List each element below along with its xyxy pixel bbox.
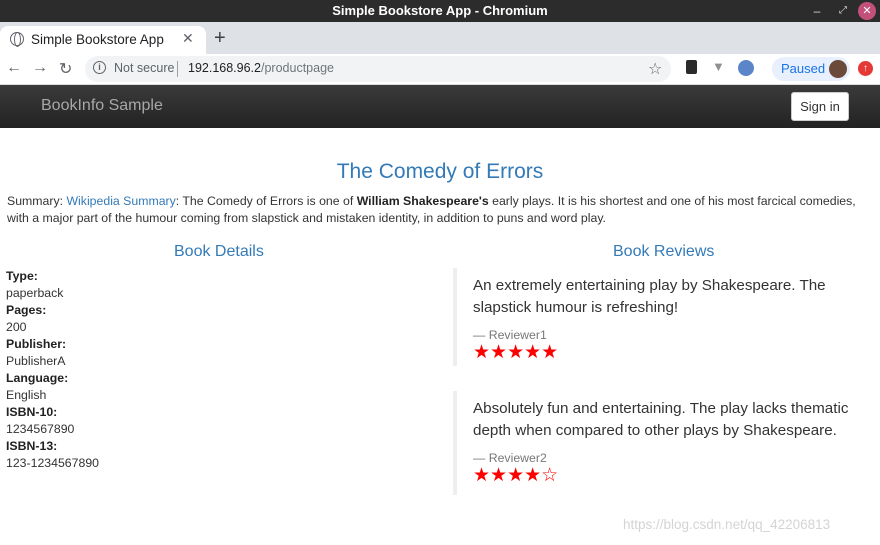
- summary-prefix: Summary:: [7, 194, 67, 208]
- review-card: An extremely entertaining play by Shakes…: [453, 268, 873, 366]
- bookmark-star-icon[interactable]: ☆: [648, 59, 662, 79]
- star-rating: ★★★★★: [473, 342, 559, 363]
- detail-label: ISBN-13:: [6, 439, 58, 453]
- minimize-icon[interactable]: –: [808, 2, 826, 20]
- url-path: /productpage: [261, 61, 334, 75]
- summary-author: William Shakespeare's: [356, 194, 489, 208]
- close-window-icon[interactable]: ✕: [858, 2, 876, 20]
- book-details-heading: Book Details: [174, 243, 264, 260]
- update-icon[interactable]: ↑: [858, 61, 873, 76]
- sign-in-button[interactable]: Sign in: [791, 92, 849, 121]
- window-titlebar: Simple Bookstore App - Chromium – ⤢ ✕: [0, 0, 880, 22]
- browser-tab[interactable]: Simple Bookstore App ✕: [0, 26, 206, 54]
- review-text: An extremely entertaining play by Shakes…: [473, 277, 826, 316]
- close-tab-icon[interactable]: ✕: [182, 30, 194, 47]
- new-tab-icon[interactable]: +: [214, 27, 226, 50]
- detail-label: Type:: [6, 269, 38, 283]
- browser-toolbar: ← → ↻ i Not secure 192.168.96.2/productp…: [0, 54, 880, 85]
- detail-label: Language:: [6, 371, 69, 385]
- detail-value: PublisherA: [6, 354, 66, 368]
- bookmark-extension-icon[interactable]: [686, 60, 697, 74]
- detail-value: 200: [6, 320, 27, 334]
- back-arrow-icon[interactable]: ←: [6, 59, 22, 77]
- tab-title: Simple Bookstore App: [31, 32, 164, 47]
- detail-value: 123-1234567890: [6, 456, 100, 470]
- brand-link[interactable]: BookInfo Sample: [41, 97, 163, 115]
- reviewer-name: — Reviewer2: [473, 451, 547, 465]
- reviewer-name: — Reviewer1: [473, 328, 547, 342]
- book-reviews-heading: Book Reviews: [613, 243, 715, 260]
- detail-label: Pages:: [6, 303, 47, 317]
- profile-button[interactable]: Paused: [772, 57, 850, 81]
- info-icon[interactable]: i: [93, 61, 106, 74]
- book-summary: Summary: Wikipedia Summary: The Comedy o…: [7, 193, 873, 227]
- detail-value: 1234567890: [6, 422, 75, 436]
- detail-value: English: [6, 388, 47, 402]
- summary-text-1: : The Comedy of Errors is one of: [175, 194, 357, 208]
- detail-label: Publisher:: [6, 337, 67, 351]
- tab-strip: Simple Bookstore App ✕ +: [0, 22, 880, 54]
- app-navbar: BookInfo Sample Sign in: [0, 85, 880, 128]
- book-details: Type: paperback Pages: 200 Publisher: Pu…: [6, 268, 306, 472]
- globe-icon: [10, 32, 24, 47]
- avatar: [829, 60, 847, 78]
- reload-icon[interactable]: ↻: [59, 59, 72, 79]
- extension-icon[interactable]: [738, 60, 754, 76]
- watermark: https://blog.csdn.net/qq_42206813: [623, 517, 831, 532]
- security-label[interactable]: Not secure: [114, 61, 174, 75]
- review-card: Absolutely fun and entertaining. The pla…: [453, 391, 873, 495]
- profile-status: Paused: [781, 61, 826, 76]
- vue-devtools-icon[interactable]: ▼: [712, 59, 728, 75]
- window-title: Simple Bookstore App - Chromium: [332, 3, 548, 18]
- star-rating: ★★★★☆: [473, 465, 559, 486]
- detail-value: paperback: [6, 286, 64, 300]
- review-text: Absolutely fun and entertaining. The pla…: [473, 400, 849, 439]
- page-title: The Comedy of Errors: [336, 160, 544, 183]
- divider: [177, 61, 178, 77]
- forward-arrow-icon[interactable]: →: [32, 59, 48, 77]
- maximize-icon[interactable]: ⤢: [834, 2, 852, 20]
- detail-label: ISBN-10:: [6, 405, 58, 419]
- url-host: 192.168.96.2: [188, 61, 261, 75]
- wikipedia-summary-link[interactable]: Wikipedia Summary: [66, 194, 175, 208]
- address-bar[interactable]: i Not secure 192.168.96.2/productpage ☆: [85, 56, 671, 82]
- url-text[interactable]: 192.168.96.2/productpage: [188, 61, 334, 75]
